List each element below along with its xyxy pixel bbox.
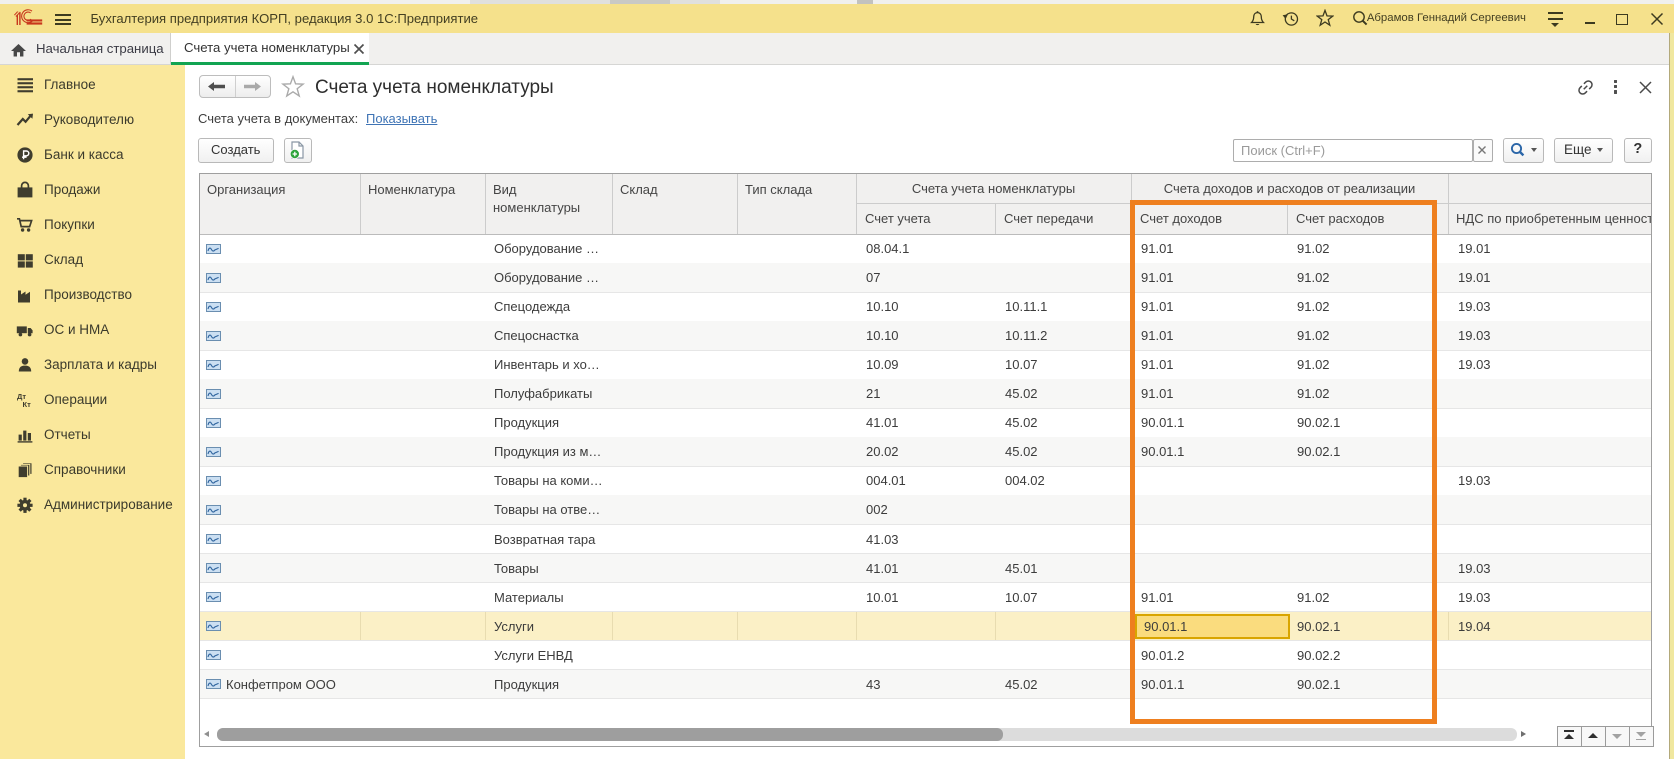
svg-text:Кт: Кт bbox=[23, 400, 32, 409]
